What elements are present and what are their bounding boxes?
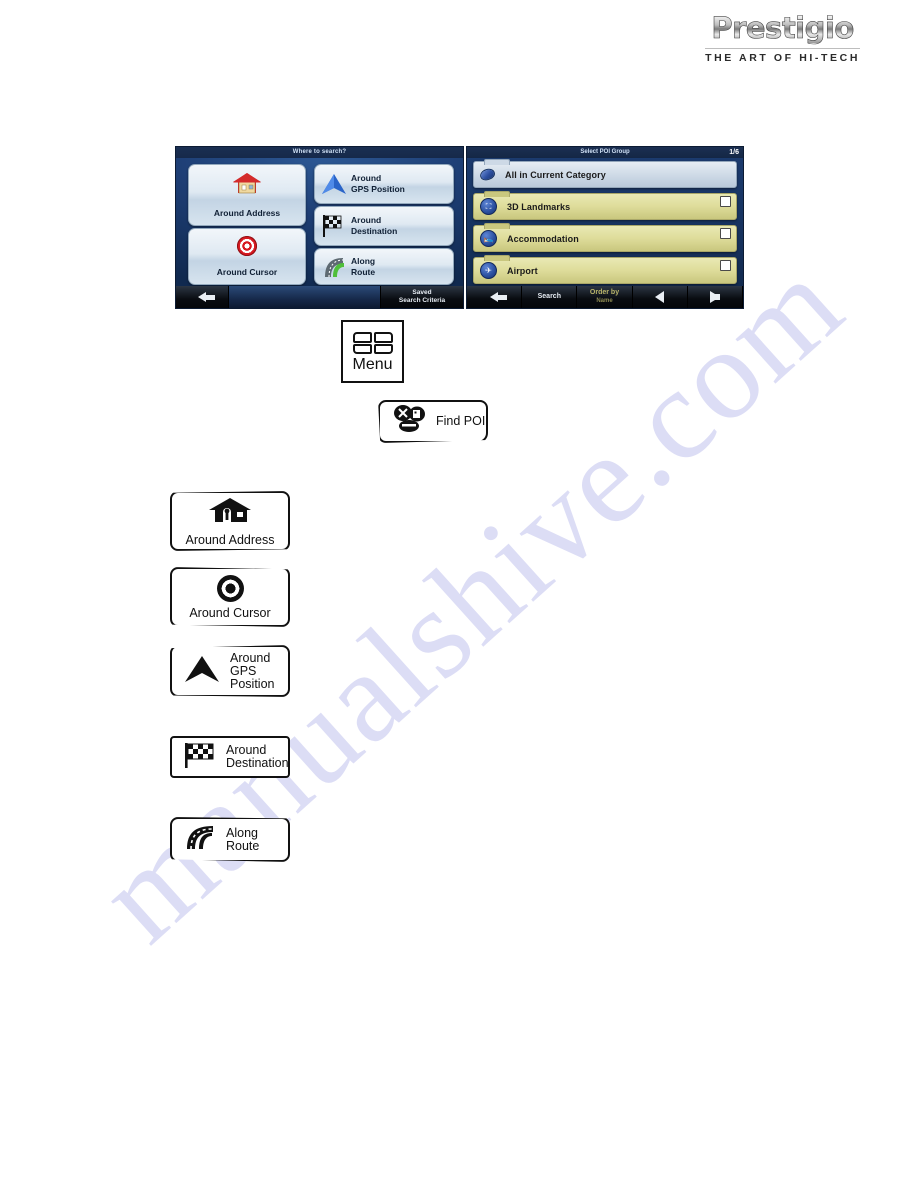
search-label: Search bbox=[537, 293, 561, 300]
back-button[interactable] bbox=[176, 286, 229, 308]
landmark-icon: ⛶ bbox=[480, 198, 497, 215]
back-arrow-icon bbox=[198, 292, 215, 302]
around-address-illustration[interactable]: Around Address bbox=[170, 491, 290, 551]
list-item-checkbox[interactable] bbox=[720, 260, 731, 271]
bottom-toolbar: Search Order by Name bbox=[467, 286, 743, 308]
around-address-label: Around Address bbox=[185, 533, 275, 547]
toolbar-spacer bbox=[229, 286, 380, 308]
around-cursor-label: Around Cursor bbox=[216, 267, 278, 277]
dest-line-2: Destination bbox=[351, 226, 398, 236]
list-item[interactable]: 🛌 Accommodation bbox=[473, 223, 737, 252]
along-line-1: Along bbox=[351, 255, 376, 266]
next-triangle-icon bbox=[709, 291, 720, 303]
around-gps-label: Around GPS Position bbox=[230, 650, 288, 691]
list-item[interactable]: ⛶ 3D Landmarks bbox=[473, 191, 737, 220]
screen-title: Select POI Group bbox=[580, 149, 630, 155]
around-cursor-button[interactable]: Around Cursor bbox=[188, 228, 306, 285]
poi-blob-icon bbox=[480, 167, 495, 182]
row-tab bbox=[484, 255, 510, 261]
row-tab bbox=[484, 159, 510, 165]
dest-line-1: Around bbox=[351, 215, 382, 225]
around-gps-position-illustration[interactable]: Around GPS Position bbox=[170, 645, 290, 697]
list-item[interactable]: All in Current Category bbox=[473, 159, 737, 188]
gps-arrow-icon bbox=[321, 173, 347, 197]
gps-line-2: GPS Position bbox=[351, 184, 405, 194]
dest-illus-line-1: Around bbox=[226, 743, 267, 757]
order-by-button[interactable]: Order by Name bbox=[577, 286, 633, 308]
list-item-checkbox[interactable] bbox=[720, 228, 731, 239]
order-by-value: Name bbox=[596, 298, 613, 304]
target-icon bbox=[216, 574, 244, 602]
saved-line-2: Search Criteria bbox=[398, 297, 446, 304]
along-route-label: Along Route bbox=[226, 825, 260, 853]
around-destination-label: Around Destination bbox=[226, 744, 289, 770]
previous-page-button[interactable] bbox=[632, 286, 688, 308]
row-tab bbox=[484, 191, 510, 197]
around-destination-label: Around Destination bbox=[351, 215, 397, 237]
logo-brand-text: Prestigio bbox=[705, 13, 860, 43]
list-item[interactable]: ✈ Airport bbox=[473, 255, 737, 284]
poi-group-list: All in Current Category ⛶ 3D Landmarks 🛌… bbox=[467, 158, 743, 284]
around-gps-position-label: Around GPS Position bbox=[351, 173, 405, 195]
house-icon bbox=[207, 495, 253, 530]
screen-title: Where to search? bbox=[176, 147, 463, 158]
back-button[interactable] bbox=[467, 286, 523, 308]
saved-search-criteria-button[interactable]: Saved Search Criteria bbox=[380, 286, 463, 308]
menu-button-illustration[interactable]: Menu bbox=[341, 320, 404, 383]
around-destination-illustration[interactable]: Around Destination bbox=[170, 736, 290, 778]
gps-illus-line-2: GPS Position bbox=[230, 663, 275, 691]
list-item-checkbox[interactable] bbox=[720, 196, 731, 207]
along-line-2: Route bbox=[351, 266, 376, 277]
prestigio-logo: Prestigio THE ART OF HI-TECH bbox=[705, 13, 860, 64]
page-indicator: 1/6 bbox=[729, 149, 739, 156]
target-icon bbox=[237, 236, 257, 256]
screenshot-select-poi-group: Select POI Group 1/6 All in Current Cate… bbox=[466, 146, 744, 309]
airplane-icon: ✈ bbox=[480, 262, 497, 279]
along-route-button[interactable]: Along Route bbox=[314, 248, 454, 285]
list-item-label: Airport bbox=[507, 265, 538, 276]
house-icon bbox=[232, 172, 262, 196]
list-item-label: 3D Landmarks bbox=[507, 201, 571, 212]
back-arrow-icon bbox=[490, 292, 508, 302]
around-destination-button[interactable]: Around Destination bbox=[314, 206, 454, 246]
find-poi-button-illustration[interactable]: Find POI bbox=[378, 400, 488, 443]
along-route-illustration[interactable]: Along Route bbox=[170, 817, 290, 862]
checkered-flag-icon bbox=[321, 214, 347, 240]
along-illus-line-1: Along bbox=[226, 825, 258, 840]
along-route-label: Along Route bbox=[351, 256, 375, 278]
list-item-label: Accommodation bbox=[507, 233, 579, 244]
bottom-toolbar: Saved Search Criteria bbox=[176, 286, 463, 308]
logo-tagline: THE ART OF HI-TECH bbox=[705, 52, 860, 64]
road-icon bbox=[321, 256, 347, 280]
menu-grid-icon bbox=[352, 332, 393, 354]
menu-label: Menu bbox=[352, 356, 393, 373]
around-cursor-illustration[interactable]: Around Cursor bbox=[170, 567, 290, 627]
road-icon bbox=[182, 824, 218, 855]
gps-illus-line-1: Around bbox=[230, 650, 271, 665]
along-illus-line-2: Route bbox=[226, 838, 260, 853]
screenshot-where-to-search: Where to search? Around Address Around C… bbox=[175, 146, 464, 309]
screen-body: Around Address Around Cursor Around GPS … bbox=[176, 158, 463, 288]
saved-line-1: Saved bbox=[412, 289, 432, 296]
screen-title-bar: Select POI Group 1/6 bbox=[467, 147, 743, 158]
checkered-flag-icon bbox=[182, 741, 218, 774]
row-tab bbox=[484, 223, 510, 229]
around-cursor-label: Around Cursor bbox=[189, 605, 271, 620]
list-item-label: All in Current Category bbox=[505, 169, 606, 180]
next-page-button[interactable] bbox=[687, 286, 743, 308]
around-address-button[interactable]: Around Address bbox=[188, 164, 306, 226]
gps-line-1: Around bbox=[351, 173, 382, 183]
order-by-label: Order by bbox=[589, 289, 620, 296]
logo-divider bbox=[705, 48, 860, 49]
dest-illus-line-2: Destination bbox=[226, 756, 289, 770]
around-gps-position-button[interactable]: Around GPS Position bbox=[314, 164, 454, 204]
find-poi-icon bbox=[390, 404, 428, 439]
prev-triangle-icon bbox=[655, 291, 665, 303]
around-address-label: Around Address bbox=[213, 208, 281, 218]
find-poi-label: Find POI bbox=[436, 414, 486, 428]
search-button[interactable]: Search bbox=[522, 286, 578, 308]
bed-icon: 🛌 bbox=[480, 230, 497, 247]
gps-arrow-icon bbox=[182, 654, 222, 689]
